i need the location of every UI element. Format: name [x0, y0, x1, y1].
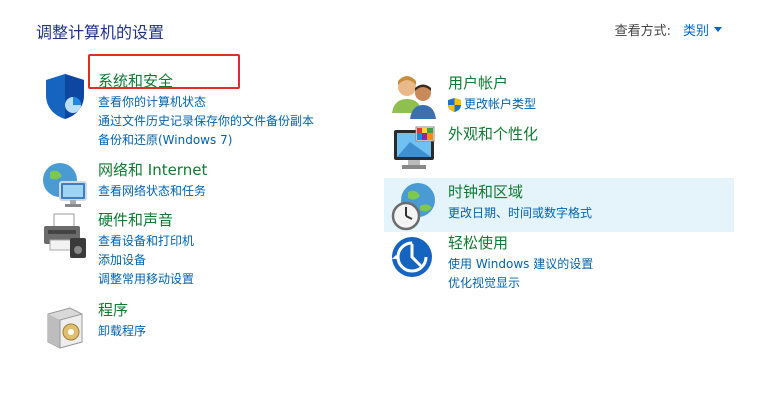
network-globe-icon: [43, 163, 87, 207]
link-change-account-type[interactable]: 更改帐户类型: [448, 95, 536, 114]
link-optimize-visual-display[interactable]: 优化视觉显示: [448, 274, 593, 293]
category-title[interactable]: 外观和个性化: [448, 124, 538, 144]
link-file-history-backup[interactable]: 通过文件历史记录保存你的文件备份副本: [98, 112, 314, 131]
link-label: 更改帐户类型: [464, 97, 537, 111]
category-title[interactable]: 轻松使用: [448, 233, 593, 253]
programs-box-icon: [47, 307, 83, 349]
view-by: 查看方式: 类别: [615, 20, 722, 39]
link-view-computer-status[interactable]: 查看你的计算机状态: [98, 93, 314, 112]
chevron-down-icon: [714, 27, 722, 32]
clock-globe-icon: [391, 183, 435, 231]
category-title[interactable]: 网络和 Internet: [98, 160, 207, 180]
view-by-value: 类别: [682, 24, 709, 39]
page-title: 调整计算机的设置: [36, 23, 165, 42]
ease-of-access-icon: [392, 237, 432, 277]
users-icon: [392, 76, 436, 119]
highlight-box: [88, 54, 240, 89]
link-devices-printers[interactable]: 查看设备和打印机: [98, 232, 194, 251]
view-by-dropdown[interactable]: 类别: [683, 20, 722, 39]
link-mobility-settings[interactable]: 调整常用移动设置: [98, 270, 194, 289]
link-backup-restore[interactable]: 备份和还原(Windows 7): [98, 131, 314, 150]
link-network-status[interactable]: 查看网络状态和任务: [98, 182, 207, 201]
link-change-date-time-format[interactable]: 更改日期、时间或数字格式: [448, 204, 592, 223]
category-title[interactable]: 程序: [98, 300, 146, 320]
uac-shield-icon: [448, 97, 461, 112]
category-title[interactable]: 时钟和区域: [448, 182, 592, 202]
category-title[interactable]: 用户帐户: [448, 73, 536, 93]
link-uninstall-program[interactable]: 卸载程序: [98, 322, 146, 341]
view-by-label: 查看方式:: [614, 24, 671, 39]
link-add-device[interactable]: 添加设备: [98, 251, 194, 270]
shield-icon: [46, 74, 84, 119]
printer-icon: [44, 213, 86, 258]
monitor-palette-icon: [394, 126, 435, 169]
category-title[interactable]: 硬件和声音: [98, 210, 194, 230]
link-windows-recommended-settings[interactable]: 使用 Windows 建议的设置: [448, 255, 593, 274]
